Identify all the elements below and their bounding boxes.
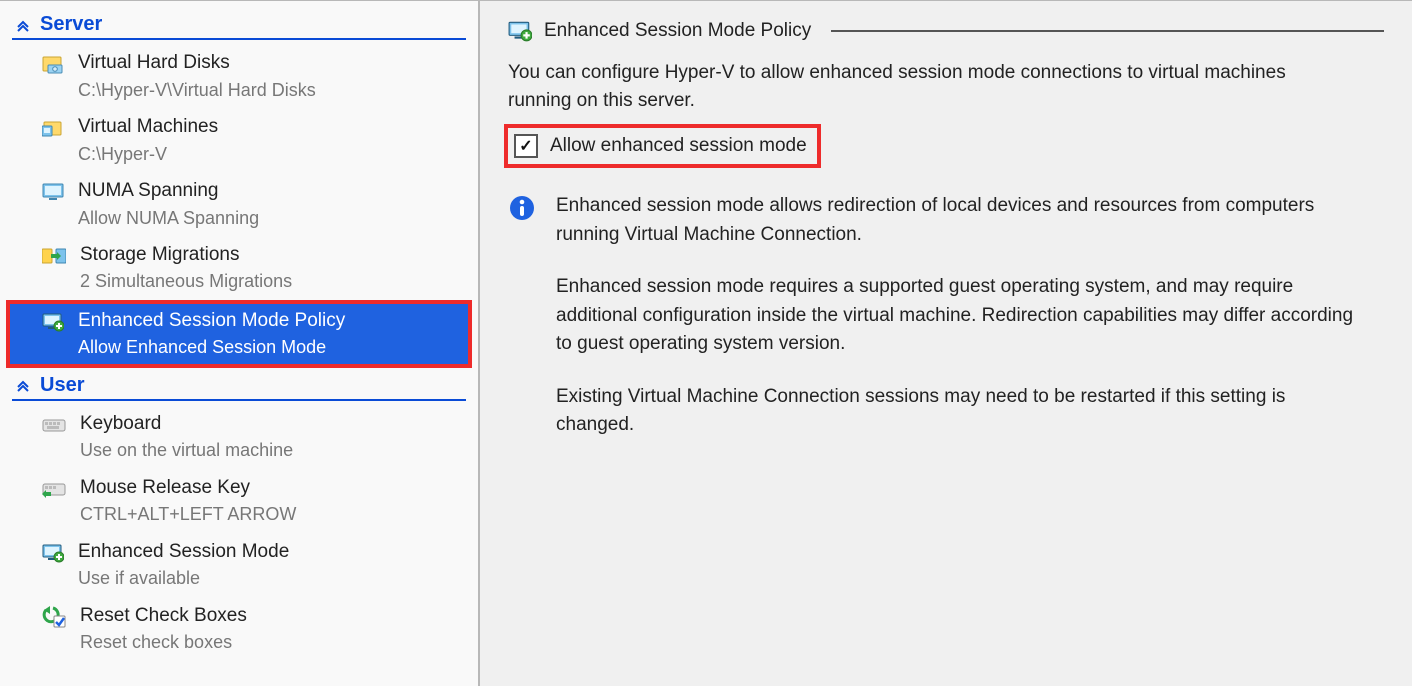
info-texts: Enhanced session mode allows redirection… — [556, 192, 1368, 464]
sidebar-item-label: Enhanced Session Mode Policy — [78, 308, 345, 334]
sidebar-item-storage-migrations[interactable]: Storage Migrations 2 Simultaneous Migrat… — [8, 236, 470, 300]
sidebar-item-label: Keyboard — [80, 411, 293, 437]
sidebar-item-label: NUMA Spanning — [78, 178, 259, 204]
hyperv-settings-window: Server Virtual Hard Disks C:\Hyper-V\Vir… — [0, 0, 1412, 686]
info-paragraph-3: Existing Virtual Machine Connection sess… — [556, 383, 1368, 440]
settings-nav-pane: Server Virtual Hard Disks C:\Hyper-V\Vir… — [0, 1, 480, 686]
sidebar-item-sublabel: Allow Enhanced Session Mode — [78, 335, 345, 359]
sidebar-item-enhanced-session-mode[interactable]: Enhanced Session Mode Use if available — [8, 533, 470, 597]
sidebar-item-keyboard[interactable]: Keyboard Use on the virtual machine — [8, 405, 470, 469]
sidebar-item-label: Virtual Hard Disks — [78, 50, 316, 76]
monitor-plus-icon — [42, 542, 64, 564]
sidebar-item-sublabel: CTRL+ALT+LEFT ARROW — [80, 502, 296, 526]
folder-disk-icon — [42, 53, 64, 75]
storage-migration-icon — [42, 245, 66, 267]
monitor-plus-icon — [42, 311, 64, 333]
sidebar-item-sublabel: C:\Hyper-V — [78, 142, 218, 166]
sidebar-item-mouse-release-key[interactable]: Mouse Release Key CTRL+ALT+LEFT ARROW — [8, 469, 470, 533]
detail-title: Enhanced Session Mode Policy — [544, 20, 811, 42]
section-title-user: User — [40, 374, 84, 397]
detail-title-row: Enhanced Session Mode Policy — [508, 19, 1384, 43]
sidebar-item-virtual-hard-disks[interactable]: Virtual Hard Disks C:\Hyper-V\Virtual Ha… — [8, 44, 470, 108]
chevron-up-icon — [16, 378, 30, 392]
keyboard-icon — [42, 414, 66, 436]
sidebar-item-label: Virtual Machines — [78, 114, 218, 140]
sidebar-item-virtual-machines[interactable]: Virtual Machines C:\Hyper-V — [8, 108, 470, 172]
section-header-user[interactable]: User — [12, 370, 466, 401]
info-paragraph-1: Enhanced session mode allows redirection… — [556, 192, 1368, 249]
folder-vm-icon — [42, 117, 64, 139]
sidebar-item-sublabel: Reset check boxes — [80, 630, 247, 654]
sidebar-item-reset-check-boxes[interactable]: Reset Check Boxes Reset check boxes — [8, 597, 470, 661]
checkbox-label: Allow enhanced session mode — [550, 135, 807, 157]
sidebar-item-label: Enhanced Session Mode — [78, 539, 289, 565]
sidebar-item-label: Reset Check Boxes — [80, 603, 247, 629]
info-block: Enhanced session mode allows redirection… — [508, 192, 1368, 464]
monitor-icon — [42, 181, 64, 203]
monitor-plus-icon — [508, 19, 532, 43]
sidebar-item-sublabel: C:\Hyper-V\Virtual Hard Disks — [78, 78, 316, 102]
checkbox-box: ✓ — [514, 134, 538, 158]
sidebar-item-sublabel: Use if available — [78, 566, 289, 590]
sidebar-item-label: Mouse Release Key — [80, 475, 296, 501]
sidebar-item-enhanced-session-mode-policy[interactable]: Enhanced Session Mode Policy Allow Enhan… — [8, 302, 470, 366]
sidebar-item-sublabel: Use on the virtual machine — [80, 438, 293, 462]
reset-check-icon — [42, 606, 66, 628]
sidebar-item-sublabel: Allow NUMA Spanning — [78, 206, 259, 230]
sidebar-item-numa-spanning[interactable]: NUMA Spanning Allow NUMA Spanning — [8, 172, 470, 236]
keyboard-arrow-icon — [42, 478, 66, 500]
title-divider — [831, 30, 1384, 32]
info-icon — [508, 194, 536, 222]
section-title-server: Server — [40, 13, 102, 36]
settings-detail-pane: Enhanced Session Mode Policy You can con… — [480, 1, 1412, 686]
sidebar-item-label: Storage Migrations — [80, 242, 292, 268]
detail-intro-text: You can configure Hyper-V to allow enhan… — [508, 59, 1328, 114]
allow-enhanced-session-mode-checkbox[interactable]: ✓ Allow enhanced session mode — [508, 128, 817, 164]
chevron-up-icon — [16, 18, 30, 32]
info-paragraph-2: Enhanced session mode requires a support… — [556, 273, 1368, 359]
section-header-server[interactable]: Server — [12, 9, 466, 40]
sidebar-item-sublabel: 2 Simultaneous Migrations — [80, 269, 292, 293]
